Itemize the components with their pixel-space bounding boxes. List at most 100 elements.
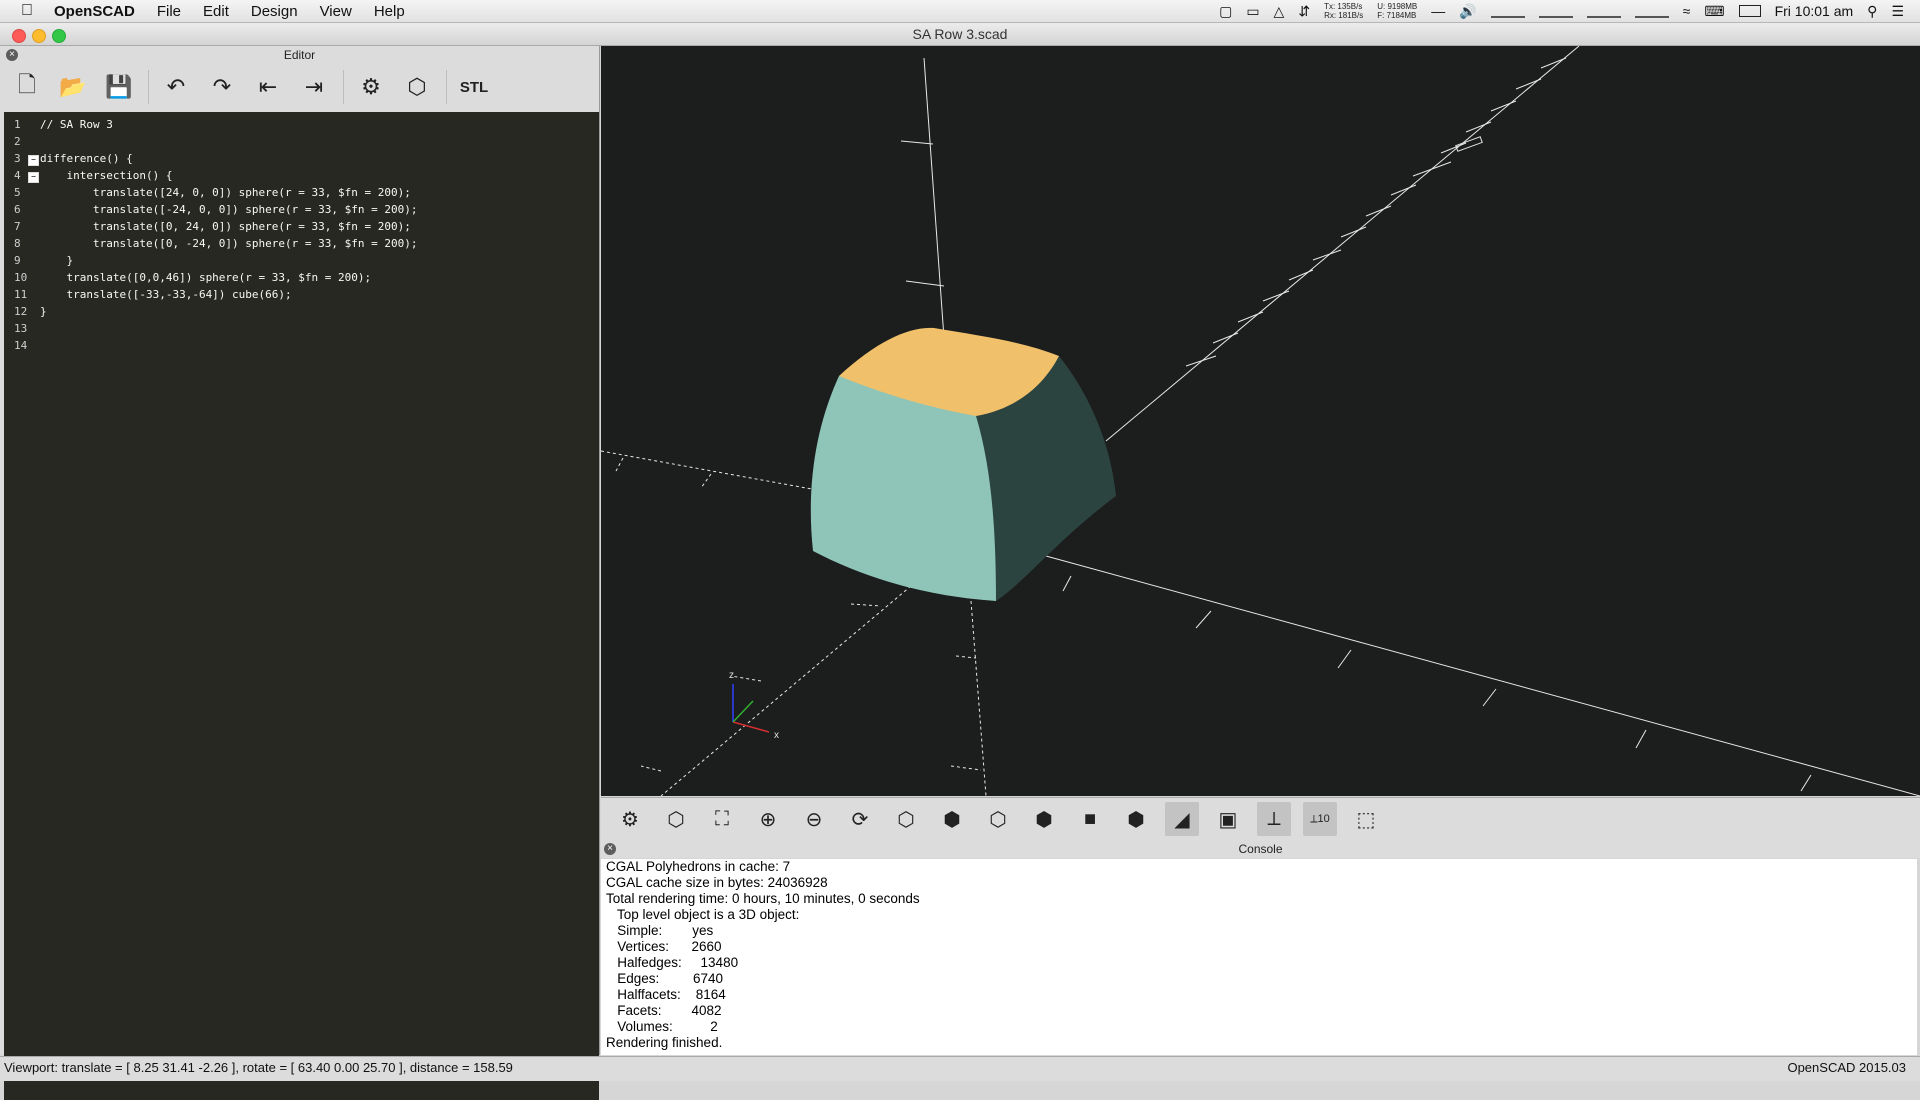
display-icon[interactable]: ▭ [1246, 3, 1259, 20]
airplay-icon[interactable]: △ [1274, 3, 1285, 20]
code-line[interactable]: translate([0, -24, 0]) sphere(r = 33, $f… [40, 237, 418, 250]
save-file-icon[interactable]: 💾 [100, 68, 138, 106]
system-menubar:  OpenSCAD File Edit Design View Help ▢ … [0, 0, 1920, 23]
axis-x-positive [1045, 555, 1920, 796]
show-axes-icon[interactable]: ⟂ [1257, 802, 1291, 836]
code-line[interactable]: translate([0, 24, 0]) sphere(r = 33, $fn… [40, 220, 411, 233]
show-scale-markers-icon[interactable]: ⟂ 10 [1303, 802, 1337, 836]
open-file-icon[interactable]: 📂 [54, 68, 92, 106]
scale-label: 10 [1317, 813, 1330, 825]
axis-indicator-z-label: z [729, 670, 734, 681]
menu-view[interactable]: View [320, 3, 352, 20]
editor-panel: Editor × 🗋 📂 💾 ↶ ↷ ⇤ ⇥ ⚙ ⬡ STL 1 // SA Ro… [0, 46, 600, 1100]
apple-menu-icon[interactable]:  [0, 2, 54, 20]
menu-help[interactable]: Help [374, 3, 405, 20]
viewport-canvas[interactable]: z x [601, 46, 1920, 796]
orthogonal-icon[interactable]: ▣ [1211, 802, 1245, 836]
notification-center-icon[interactable]: ☰ [1891, 3, 1904, 20]
gpu-graph-icon [1538, 4, 1573, 18]
view-left-icon[interactable]: ⬢ [1027, 802, 1061, 836]
console-title: Console [601, 840, 1920, 858]
net-tx: 135B/s [1337, 2, 1363, 11]
fold-marker-icon[interactable]: − [28, 155, 39, 166]
indent-icon[interactable]: ⇥ [295, 68, 333, 106]
axis-y-positive [1105, 46, 1580, 442]
code-line[interactable]: difference() { [40, 152, 133, 165]
viewport-status: Viewport: translate = [ 8.25 31.41 -2.26… [4, 1060, 513, 1075]
window-title: SA Row 3.scad [912, 26, 1008, 42]
menu-design[interactable]: Design [251, 3, 298, 20]
line-number: 12 [14, 305, 28, 318]
console-output[interactable]: CGAL Polyhedrons in cache: 7 CGAL cache s… [601, 859, 1917, 1055]
spotlight-search-icon[interactable]: ⚲ [1867, 3, 1877, 20]
zoom-in-icon[interactable]: ⊕ [751, 802, 785, 836]
editor-close-icon[interactable]: × [6, 49, 18, 61]
line-number: 11 [14, 288, 28, 301]
battery-icon[interactable] [1738, 5, 1761, 17]
network-stats: Tx: 135B/s Rx: 181B/s [1324, 2, 1364, 20]
console-line: Rendering finished. [606, 1035, 723, 1050]
clock[interactable]: Fri 10:01 am [1775, 3, 1854, 19]
reset-view-icon[interactable]: ⟳ [843, 802, 877, 836]
zoom-out-icon[interactable]: ⊖ [797, 802, 831, 836]
code-line[interactable]: translate([24, 0, 0]) sphere(r = 33, $fn… [40, 186, 411, 199]
console-line: Vertices: 2660 [606, 939, 722, 954]
view-bottom-icon[interactable]: ⬡ [981, 802, 1015, 836]
code-line[interactable]: translate([0,0,46]) sphere(r = 33, $fn =… [40, 271, 371, 284]
menu-file[interactable]: File [157, 3, 181, 20]
show-edges-icon[interactable]: ⬚ [1349, 802, 1383, 836]
menu-edit[interactable]: Edit [203, 3, 229, 20]
view-back-icon[interactable]: ⬢ [1119, 802, 1153, 836]
axis-indicator-x-label: x [774, 730, 779, 741]
view-front-icon[interactable]: ■ [1073, 802, 1107, 836]
unindent-icon[interactable]: ⇤ [249, 68, 287, 106]
line-number: 5 [14, 186, 21, 199]
view-all-icon[interactable]: ⛶ [705, 802, 739, 836]
render-icon[interactable]: ⬡ [398, 68, 436, 106]
axis-indicator-y [732, 700, 754, 723]
undo-icon[interactable]: ↶ [157, 68, 195, 106]
net-graph-icon [1634, 4, 1669, 18]
render-icon[interactable]: ⬡ [659, 802, 693, 836]
menu-app-name[interactable]: OpenSCAD [54, 3, 135, 20]
3d-viewport[interactable]: z x [601, 46, 1920, 796]
volume-icon[interactable]: 🔊 [1459, 3, 1476, 20]
fold-marker-icon[interactable]: − [28, 172, 39, 183]
line-number: 1 [14, 118, 21, 131]
code-line[interactable]: // SA Row 3 [40, 118, 113, 131]
perspective-icon[interactable]: ◢ [1165, 802, 1199, 836]
new-file-icon[interactable]: 🗋 [8, 68, 46, 106]
code-editor[interactable]: 1// SA Row 3 2 3 difference() {−4 intersect… [4, 112, 599, 1100]
export-stl-button[interactable]: STL [455, 68, 493, 106]
preview-icon[interactable]: ⚙ [352, 68, 390, 106]
code-line[interactable]: translate([-24, 0, 0]) sphere(r = 33, $f… [40, 203, 418, 216]
code-line[interactable]: intersection() { [40, 169, 172, 182]
toolbar-separator [446, 70, 447, 104]
scale-marker [1455, 136, 1483, 152]
view-top-icon[interactable]: ⬢ [935, 802, 969, 836]
status-bar: Viewport: translate = [ 8.25 31.41 -2.26… [0, 1056, 1920, 1081]
mem-free: 7184MB [1386, 11, 1417, 20]
axis-z-negative [970, 600, 987, 796]
version-label: OpenSCAD 2015.03 [1787, 1060, 1906, 1075]
console-close-icon[interactable]: × [604, 843, 616, 855]
disk-graph-icon [1586, 4, 1621, 18]
preview-icon[interactable]: ⚙ [613, 802, 647, 836]
keyboard-icon[interactable]: ⌨ [1704, 3, 1724, 20]
code-line[interactable]: } [40, 254, 73, 267]
view-right-icon[interactable]: ⬡ [889, 802, 923, 836]
memory-stats: U: 9198MB F: 7184MB [1377, 2, 1418, 20]
line-number: 8 [14, 237, 21, 250]
code-line[interactable]: translate([-33,-33,-64]) cube(66); [40, 288, 291, 301]
redo-icon[interactable]: ↷ [203, 68, 241, 106]
wifi-icon[interactable]: ≈ [1683, 3, 1691, 19]
editor-toolbar: 🗋 📂 💾 ↶ ↷ ⇤ ⇥ ⚙ ⬡ STL [0, 64, 599, 110]
console-line: Halfedges: 13480 [606, 955, 739, 970]
console-line: Facets: 4082 [606, 1003, 722, 1018]
code-line[interactable]: } [40, 305, 47, 318]
mem-used: 9198MB [1387, 2, 1418, 11]
editor-title: Editor [283, 48, 316, 62]
line-number: 10 [14, 271, 28, 284]
dash-icon: — [1431, 3, 1446, 19]
window-list-icon[interactable]: ▢ [1219, 3, 1232, 20]
